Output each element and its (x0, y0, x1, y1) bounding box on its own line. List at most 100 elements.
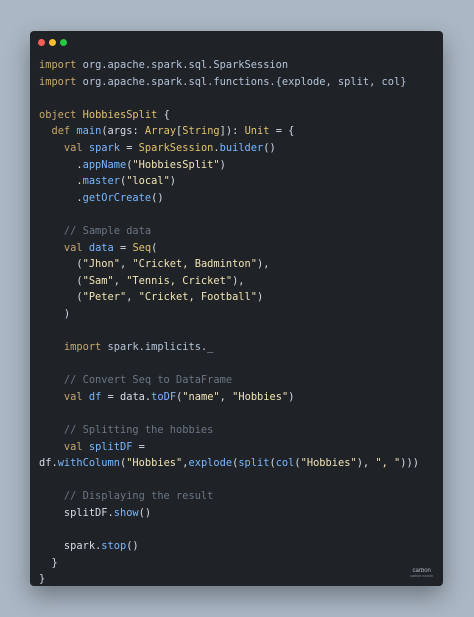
code-line: ("Sam", "Tennis, Cricket"), (39, 273, 435, 290)
code-token: import (39, 59, 77, 71)
code-token: "Jhon" (82, 258, 120, 271)
code-token: () (138, 507, 152, 520)
code-block: import org.apache.spark.sql.SparkSession… (39, 57, 435, 586)
code-token: = data. (101, 390, 152, 403)
code-token: "Sam" (82, 274, 114, 287)
code-token: () (126, 540, 139, 553)
code-token: "Cricket, Football" (138, 291, 257, 304)
code-token: import (39, 75, 77, 88)
code-token: df. (39, 457, 58, 470)
code-token: data (88, 241, 114, 254)
code-token: builder (219, 141, 264, 154)
code-token: Seq (132, 241, 152, 254)
code-token: main (76, 125, 102, 138)
code-token: "name" (182, 390, 220, 403)
code-token: spark (88, 141, 120, 154)
code-token: ), (257, 258, 270, 271)
code-line: ("Peter", "Cricket, Football") (39, 289, 435, 306)
code-token: // Convert Seq to DataFrame (63, 374, 233, 387)
code-token: = (119, 141, 139, 154)
code-line: .appName("HobbiesSplit") (39, 157, 435, 174)
code-token: = (113, 241, 133, 254)
code-token: ) (256, 291, 264, 304)
code-token: ( (151, 241, 158, 254)
minimize-dot-icon[interactable] (49, 39, 56, 46)
code-token: ), (356, 457, 376, 470)
code-token: "Hobbies" (232, 390, 289, 403)
code-token: } (39, 573, 46, 586)
code-line: val data = Seq( (39, 240, 435, 257)
code-token: "Cricket, Badminton" (132, 258, 257, 271)
code-token: ))) (400, 457, 419, 470)
code-token: df (88, 390, 102, 403)
code-line: } (39, 555, 435, 572)
code-token: val (63, 141, 83, 154)
code-token: = (132, 440, 145, 453)
code-token: () (151, 191, 164, 204)
code-line: import spark.implicits._ (39, 339, 435, 356)
code-line: import org.apache.spark.sql.SparkSession (39, 57, 435, 74)
close-dot-icon[interactable] (38, 39, 45, 46)
code-token: ( (39, 274, 83, 287)
code-token: ]): (219, 125, 245, 138)
code-token: , (113, 274, 127, 287)
code-token: // Sample data (63, 224, 152, 237)
code-token: toDF (151, 390, 177, 403)
code-line: // Splitting the hobbies (39, 422, 435, 439)
code-line: // Convert Seq to DataFrame (39, 372, 435, 389)
code-token: ) (288, 390, 295, 403)
code-line: spark.stop() (39, 538, 435, 555)
code-token: . (39, 191, 83, 204)
code-token: { (157, 108, 170, 121)
code-line: .master("local") (39, 173, 435, 190)
code-token: // Splitting the hobbies (63, 424, 214, 437)
carbon-watermark: carbon carbon.now.sh (410, 568, 433, 578)
code-token: ) (39, 307, 71, 320)
code-token: org.apache.spark.sql.functions.{explode,… (82, 75, 407, 88)
code-token: . (39, 158, 83, 171)
code-token: // Displaying the result (63, 490, 214, 503)
code-token: def (51, 125, 71, 138)
code-token: val (63, 390, 83, 403)
code-token: () (263, 141, 276, 154)
code-line: .getOrCreate() (39, 190, 435, 207)
code-token: import (63, 341, 102, 354)
code-token: splitDF. (39, 507, 114, 520)
code-token: object (39, 108, 77, 121)
code-token: "Tennis, Cricket" (126, 274, 233, 287)
code-token: ) (219, 158, 226, 171)
code-token: withColumn (57, 457, 120, 470)
code-token: "Peter" (82, 291, 127, 304)
code-token: val (63, 440, 83, 453)
code-token: ( (39, 291, 83, 304)
code-token: , (126, 291, 139, 304)
code-token: , (219, 390, 233, 403)
code-token: = { (269, 125, 295, 138)
code-token: master (82, 175, 120, 188)
code-token: Array (144, 125, 177, 138)
code-line: ) (39, 306, 435, 323)
code-token: splitDF (88, 440, 133, 453)
carbon-url-text: carbon.now.sh (410, 574, 433, 578)
code-token: ", " (375, 457, 401, 470)
maximize-dot-icon[interactable] (60, 39, 67, 46)
code-token: ( (39, 258, 83, 271)
code-line: splitDF.show() (39, 505, 435, 522)
code-line: val spark = SparkSession.builder() (39, 140, 435, 157)
code-token: getOrCreate (82, 191, 152, 204)
code-token: spark.implicits._ (107, 341, 214, 354)
code-line: object HobbiesSplit { (39, 107, 435, 124)
code-line: def main(args: Array[String]): Unit = { (39, 123, 435, 140)
